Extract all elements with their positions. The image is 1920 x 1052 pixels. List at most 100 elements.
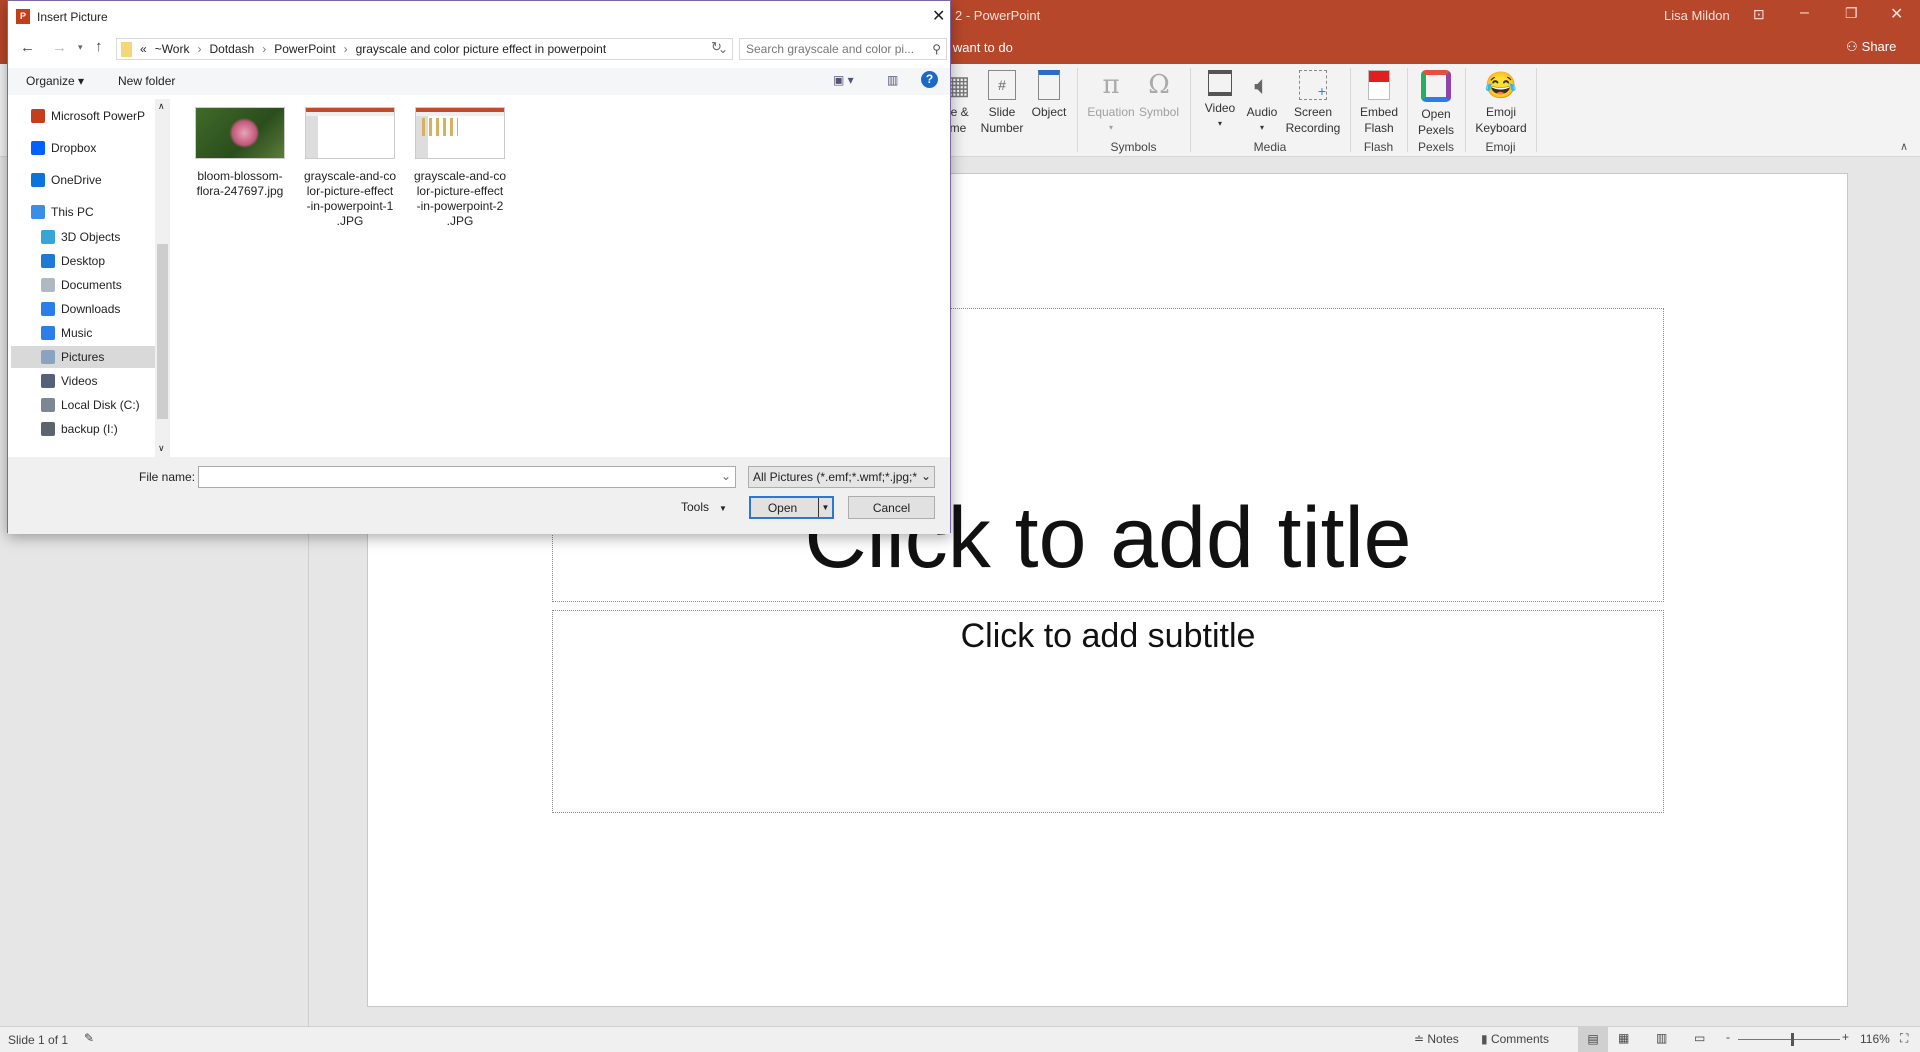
file-type-filter[interactable]: All Pictures (*.emf;*.wmf;*.jpg;* ⌄ <box>748 466 935 488</box>
nav-scrollbar[interactable]: ∧ ∨ <box>155 99 170 457</box>
open-dropdown-arrow[interactable]: ▼ <box>818 498 832 517</box>
normal-view-button[interactable]: ▤ <box>1578 1027 1608 1052</box>
share-label: Share <box>1861 39 1897 54</box>
embed-flash-button[interactable]: Embed Flash <box>1356 70 1402 136</box>
zoom-in-button[interactable]: + <box>1842 1030 1849 1044</box>
open-button[interactable]: Open ▼ <box>749 496 834 519</box>
file-item[interactable]: grayscale-and-co lor-picture-effect -in-po… <box>302 107 398 229</box>
scroll-up-arrow[interactable]: ∧ <box>158 101 165 112</box>
status-bar: Slide 1 of 1 ✎ ≐ Notes ▮ Comments ▤ ▦ ▥ … <box>0 1026 1920 1052</box>
recent-locations-button[interactable]: ▾ <box>78 42 83 53</box>
file-thumbnail <box>305 107 395 159</box>
cancel-button[interactable]: Cancel <box>848 496 935 519</box>
share-button[interactable]: ⚇ Share <box>1846 39 1896 55</box>
nav-item-label: Microsoft PowerP <box>51 109 146 123</box>
up-button[interactable]: ↑ <box>95 38 103 55</box>
label: Embed <box>1359 105 1399 119</box>
organize-button[interactable]: Organize ▾ <box>26 74 84 88</box>
nav-item-label: Local Disk (C:) <box>61 398 140 412</box>
breadcrumb-item[interactable]: Dotdash <box>209 42 254 56</box>
change-view-icon[interactable]: ▣ ▾ <box>833 73 854 87</box>
slide-show-button[interactable]: ▭ <box>1694 1031 1705 1045</box>
onedrive-icon <box>31 173 45 187</box>
scroll-down-arrow[interactable]: ∨ <box>158 443 165 454</box>
tell-me-search[interactable]: u want to do <box>942 40 1013 55</box>
zoom-level[interactable]: 116% <box>1860 1032 1890 1046</box>
omega-icon: Ω <box>1148 70 1170 100</box>
pictures-icon <box>41 350 55 364</box>
nav-item[interactable]: backup (I:) <box>11 418 155 440</box>
videos-icon <box>41 374 55 388</box>
slide-sorter-button[interactable]: ▦ <box>1618 1031 1629 1045</box>
refresh-button[interactable]: ↻ <box>711 39 722 55</box>
file-name-input[interactable]: ⌄ <box>198 466 736 488</box>
screen-recording-button[interactable]: + Screen Recording <box>1284 70 1342 136</box>
breadcrumb-item[interactable]: ~Work <box>155 42 190 56</box>
video-button[interactable]: Video ▾ <box>1200 70 1240 132</box>
fit-to-window-icon[interactable]: ⛶ <box>1900 1031 1908 1046</box>
flash-pdf-icon <box>1368 70 1390 100</box>
nav-item[interactable]: 3D Objects <box>11 226 155 248</box>
breadcrumb-overflow[interactable]: « <box>140 42 147 56</box>
restore-button[interactable]: ❐ <box>1845 5 1858 22</box>
dialog-title: Insert Picture <box>37 10 108 24</box>
nav-item[interactable]: This PC <box>11 201 155 223</box>
emoji-keyboard-button[interactable]: 😂 Emoji Keyboard <box>1472 70 1530 136</box>
group-media: Media <box>1253 140 1287 154</box>
slide-number-button[interactable]: # Slide Number <box>979 70 1025 136</box>
zoom-slider-thumb[interactable] <box>1790 1033 1794 1046</box>
search-input[interactable]: Search grayscale and color pi... ⚲ <box>739 38 947 60</box>
new-folder-button[interactable]: New folder <box>118 74 175 88</box>
scroll-thumb[interactable] <box>157 244 168 419</box>
help-icon[interactable]: ? <box>921 71 938 88</box>
nav-item[interactable]: Microsoft PowerP <box>11 105 155 127</box>
file-list[interactable]: bloom-blossom-flora-247697.jpg grayscale-… <box>170 99 950 457</box>
nav-item-label: Desktop <box>61 254 106 268</box>
zoom-slider[interactable] <box>1738 1033 1840 1046</box>
minimize-button[interactable]: – <box>1800 4 1809 22</box>
spell-check-icon[interactable]: ✎ <box>84 1031 94 1045</box>
file-item[interactable]: grayscale-and-co lor-picture-effect -in-po… <box>412 107 508 229</box>
nav-item[interactable]: Music <box>11 322 155 344</box>
ribbon-display-options-icon[interactable]: ⊡ <box>1753 6 1765 23</box>
preview-pane-icon[interactable]: ▥ <box>887 73 898 87</box>
user-name[interactable]: Lisa Mildon <box>1664 8 1730 23</box>
nav-item-label: backup (I:) <box>61 422 118 436</box>
breadcrumb-item[interactable]: PowerPoint <box>274 42 335 56</box>
comments-button[interactable]: ▮ Comments <box>1481 1032 1549 1046</box>
address-bar[interactable]: « ~Work › Dotdash › PowerPoint › grayscale … <box>116 38 733 60</box>
file-name-dropdown-icon[interactable]: ⌄ <box>721 469 731 483</box>
insert-picture-dialog: P Insert Picture ✕ ← → ▾ ↑ « ~Work › Dotd… <box>7 0 951 534</box>
nav-item[interactable]: Local Disk (C:) <box>11 394 155 416</box>
nav-item-label: Dropbox <box>51 141 97 155</box>
nav-item[interactable]: Downloads <box>11 298 155 320</box>
search-icon: ⚲ <box>932 42 941 56</box>
reading-view-button[interactable]: ▥ <box>1656 1031 1667 1045</box>
dialog-close-button[interactable]: ✕ <box>932 6 945 26</box>
navigation-pane[interactable]: Microsoft PowerP Dropbox OneDrive This PC 3D… <box>11 99 155 457</box>
nav-item[interactable]: Dropbox <box>11 137 155 159</box>
comment-icon: ▮ <box>1481 1032 1488 1046</box>
tools-button[interactable]: Tools ▼ <box>681 500 727 514</box>
zoom-out-button[interactable]: - <box>1726 1030 1730 1044</box>
subtitle-placeholder[interactable]: Click to add subtitle <box>552 610 1664 813</box>
back-button[interactable]: ← <box>20 39 35 56</box>
nav-item[interactable]: Documents <box>11 274 155 296</box>
file-item[interactable]: bloom-blossom-flora-247697.jpg <box>192 107 288 199</box>
object-button[interactable]: Object <box>1028 70 1070 120</box>
audio-button[interactable]: 🔈︎ Audio ▾ <box>1242 70 1282 136</box>
open-pexels-button[interactable]: Open Pexels <box>1414 70 1458 138</box>
drive-icon <box>41 422 55 436</box>
desktop-icon <box>41 254 55 268</box>
nav-item[interactable]: Desktop <box>11 250 155 272</box>
nav-item[interactable]: OneDrive <box>11 169 155 191</box>
label: Video <box>1204 101 1236 115</box>
group-flash: Flash <box>1363 140 1394 154</box>
close-window-button[interactable]: ✕ <box>1890 4 1903 24</box>
nav-item[interactable]: Videos <box>11 370 155 392</box>
notes-button[interactable]: ≐ Notes <box>1414 1032 1459 1046</box>
breadcrumb-item[interactable]: grayscale and color picture effect in po… <box>356 42 607 56</box>
collapse-ribbon-icon[interactable]: ∧ <box>1900 140 1908 153</box>
nav-item[interactable]: Pictures <box>11 346 155 368</box>
dialog-footer: File name: ⌄ All Pictures (*.emf;*.wmf;*… <box>8 457 950 534</box>
